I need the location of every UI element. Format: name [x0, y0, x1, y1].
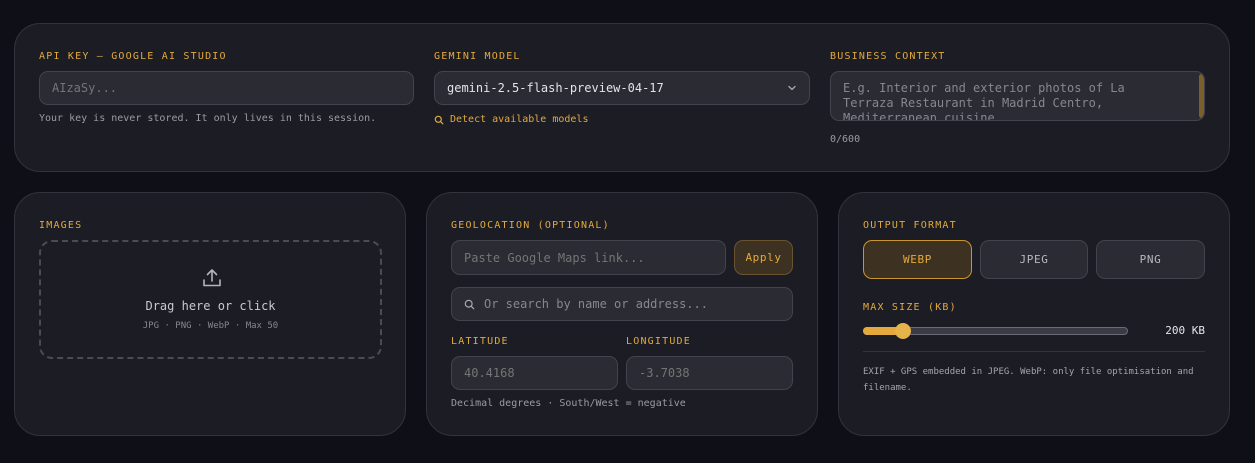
- latitude-label: LATITUDE: [451, 336, 509, 347]
- location-search-placeholder: Or search by name or address...: [484, 297, 708, 311]
- images-label: IMAGES: [39, 220, 83, 231]
- business-context-label: BUSINESS CONTEXT: [830, 51, 946, 62]
- longitude-label: LONGITUDE: [626, 336, 691, 347]
- images-card: IMAGES Drag here or click JPG · PNG · We…: [14, 192, 406, 436]
- slider-fill: [863, 327, 899, 335]
- detect-models-link[interactable]: Detect available models: [434, 114, 588, 125]
- apply-button[interactable]: Apply: [734, 240, 793, 275]
- geolocation-card: GEOLOCATION (OPTIONAL) Apply Or search b…: [426, 192, 818, 436]
- format-button-webp[interactable]: WEBP: [863, 240, 972, 279]
- max-size-slider[interactable]: [863, 323, 1130, 339]
- maps-link-input[interactable]: [451, 240, 726, 275]
- dropzone-formats: JPG · PNG · WebP · Max 50: [142, 321, 279, 331]
- api-key-input[interactable]: [39, 71, 414, 105]
- search-icon: [464, 299, 475, 310]
- slider-thumb[interactable]: [895, 323, 911, 339]
- format-button-png[interactable]: PNG: [1096, 240, 1205, 279]
- coordinates-hint: Decimal degrees · South/West = negative: [451, 398, 686, 409]
- api-key-hint: Your key is never stored. It only lives …: [39, 113, 377, 124]
- format-button-jpeg[interactable]: JPEG: [980, 240, 1088, 279]
- output-note: EXIF + GPS embedded in JPEG. WebP: only …: [863, 367, 1194, 393]
- latitude-input[interactable]: [451, 356, 618, 390]
- gemini-model-label: GEMINI MODEL: [434, 51, 521, 62]
- output-format-label: OUTPUT FORMAT: [863, 220, 957, 231]
- location-search-input[interactable]: Or search by name or address...: [451, 287, 793, 321]
- gemini-model-value: gemini-2.5-flash-preview-04-17: [447, 81, 664, 95]
- api-key-label: API KEY — GOOGLE AI STUDIO: [39, 51, 227, 62]
- business-context-counter: 0/600: [830, 134, 861, 145]
- dropzone-text: Drag here or click: [145, 299, 276, 313]
- business-context-textarea[interactable]: E.g. Interior and exterior photos of La …: [830, 71, 1205, 121]
- image-dropzone[interactable]: Drag here or click JPG · PNG · WebP · Ma…: [39, 240, 382, 359]
- max-size-value: 200 KB: [1165, 324, 1205, 337]
- business-context-placeholder: E.g. Interior and exterior photos of La …: [843, 81, 1125, 121]
- detect-models-label: Detect available models: [450, 114, 589, 125]
- geolocation-label: GEOLOCATION (OPTIONAL): [451, 220, 610, 231]
- max-size-label: MAX SIZE (KB): [863, 302, 957, 313]
- textarea-scrollbar[interactable]: [1199, 74, 1204, 118]
- chevron-down-icon: [787, 83, 797, 93]
- divider: [863, 351, 1205, 352]
- output-format-card: OUTPUT FORMAT WEBP JPEG PNG MAX SIZE (KB…: [838, 192, 1230, 436]
- upload-icon: [201, 267, 223, 289]
- search-icon: [434, 115, 444, 125]
- gemini-model-select[interactable]: gemini-2.5-flash-preview-04-17: [434, 71, 810, 105]
- longitude-input[interactable]: [626, 356, 793, 390]
- settings-card: API KEY — GOOGLE AI STUDIO Your key is n…: [14, 23, 1230, 172]
